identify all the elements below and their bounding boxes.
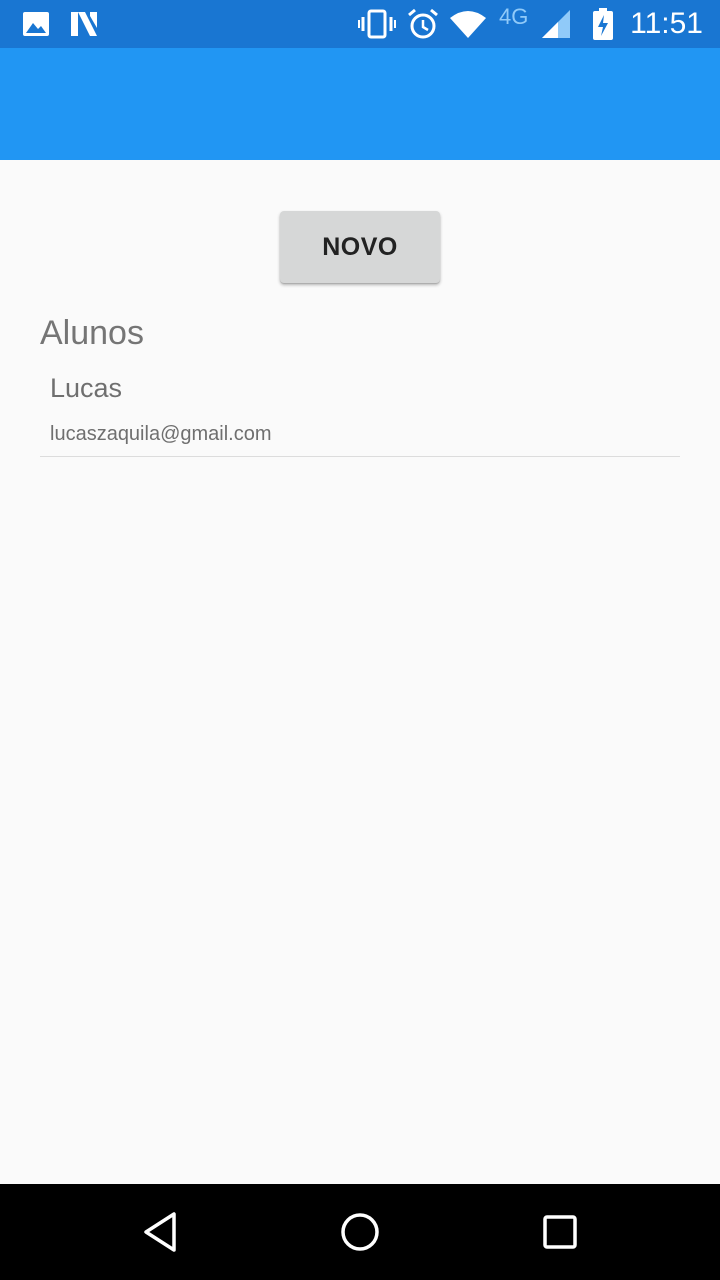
image-icon — [23, 12, 49, 36]
network-type-label: 4G — [499, 4, 529, 29]
wifi-icon — [450, 11, 486, 38]
navigation-bar — [0, 1184, 720, 1280]
home-icon[interactable] — [336, 1208, 384, 1256]
main-content: NOVO Alunos Lucas lucaszaquila@gmail.com — [0, 160, 720, 1184]
section-title: Alunos — [40, 314, 144, 352]
app-bar — [0, 48, 720, 160]
vibrate-icon — [358, 9, 396, 39]
list-item[interactable]: Lucas lucaszaquila@gmail.com — [40, 365, 680, 457]
cellular-signal-icon — [542, 10, 570, 38]
screen: 4G 11:51 NOVO Alunos Lucas lucaszaquila@… — [0, 0, 720, 1280]
student-name: Lucas — [50, 373, 123, 403]
n-notification-icon — [71, 12, 97, 36]
status-time: 11:51 — [630, 7, 703, 40]
student-email: lucaszaquila@gmail.com — [50, 423, 272, 445]
battery-charging-icon — [593, 8, 613, 40]
back-icon[interactable] — [136, 1208, 184, 1256]
status-bar: 4G 11:51 — [0, 0, 720, 48]
new-student-button[interactable]: NOVO — [280, 211, 440, 283]
recents-icon[interactable] — [536, 1208, 584, 1256]
student-list: Lucas lucaszaquila@gmail.com — [40, 365, 680, 457]
alarm-icon — [408, 8, 438, 39]
